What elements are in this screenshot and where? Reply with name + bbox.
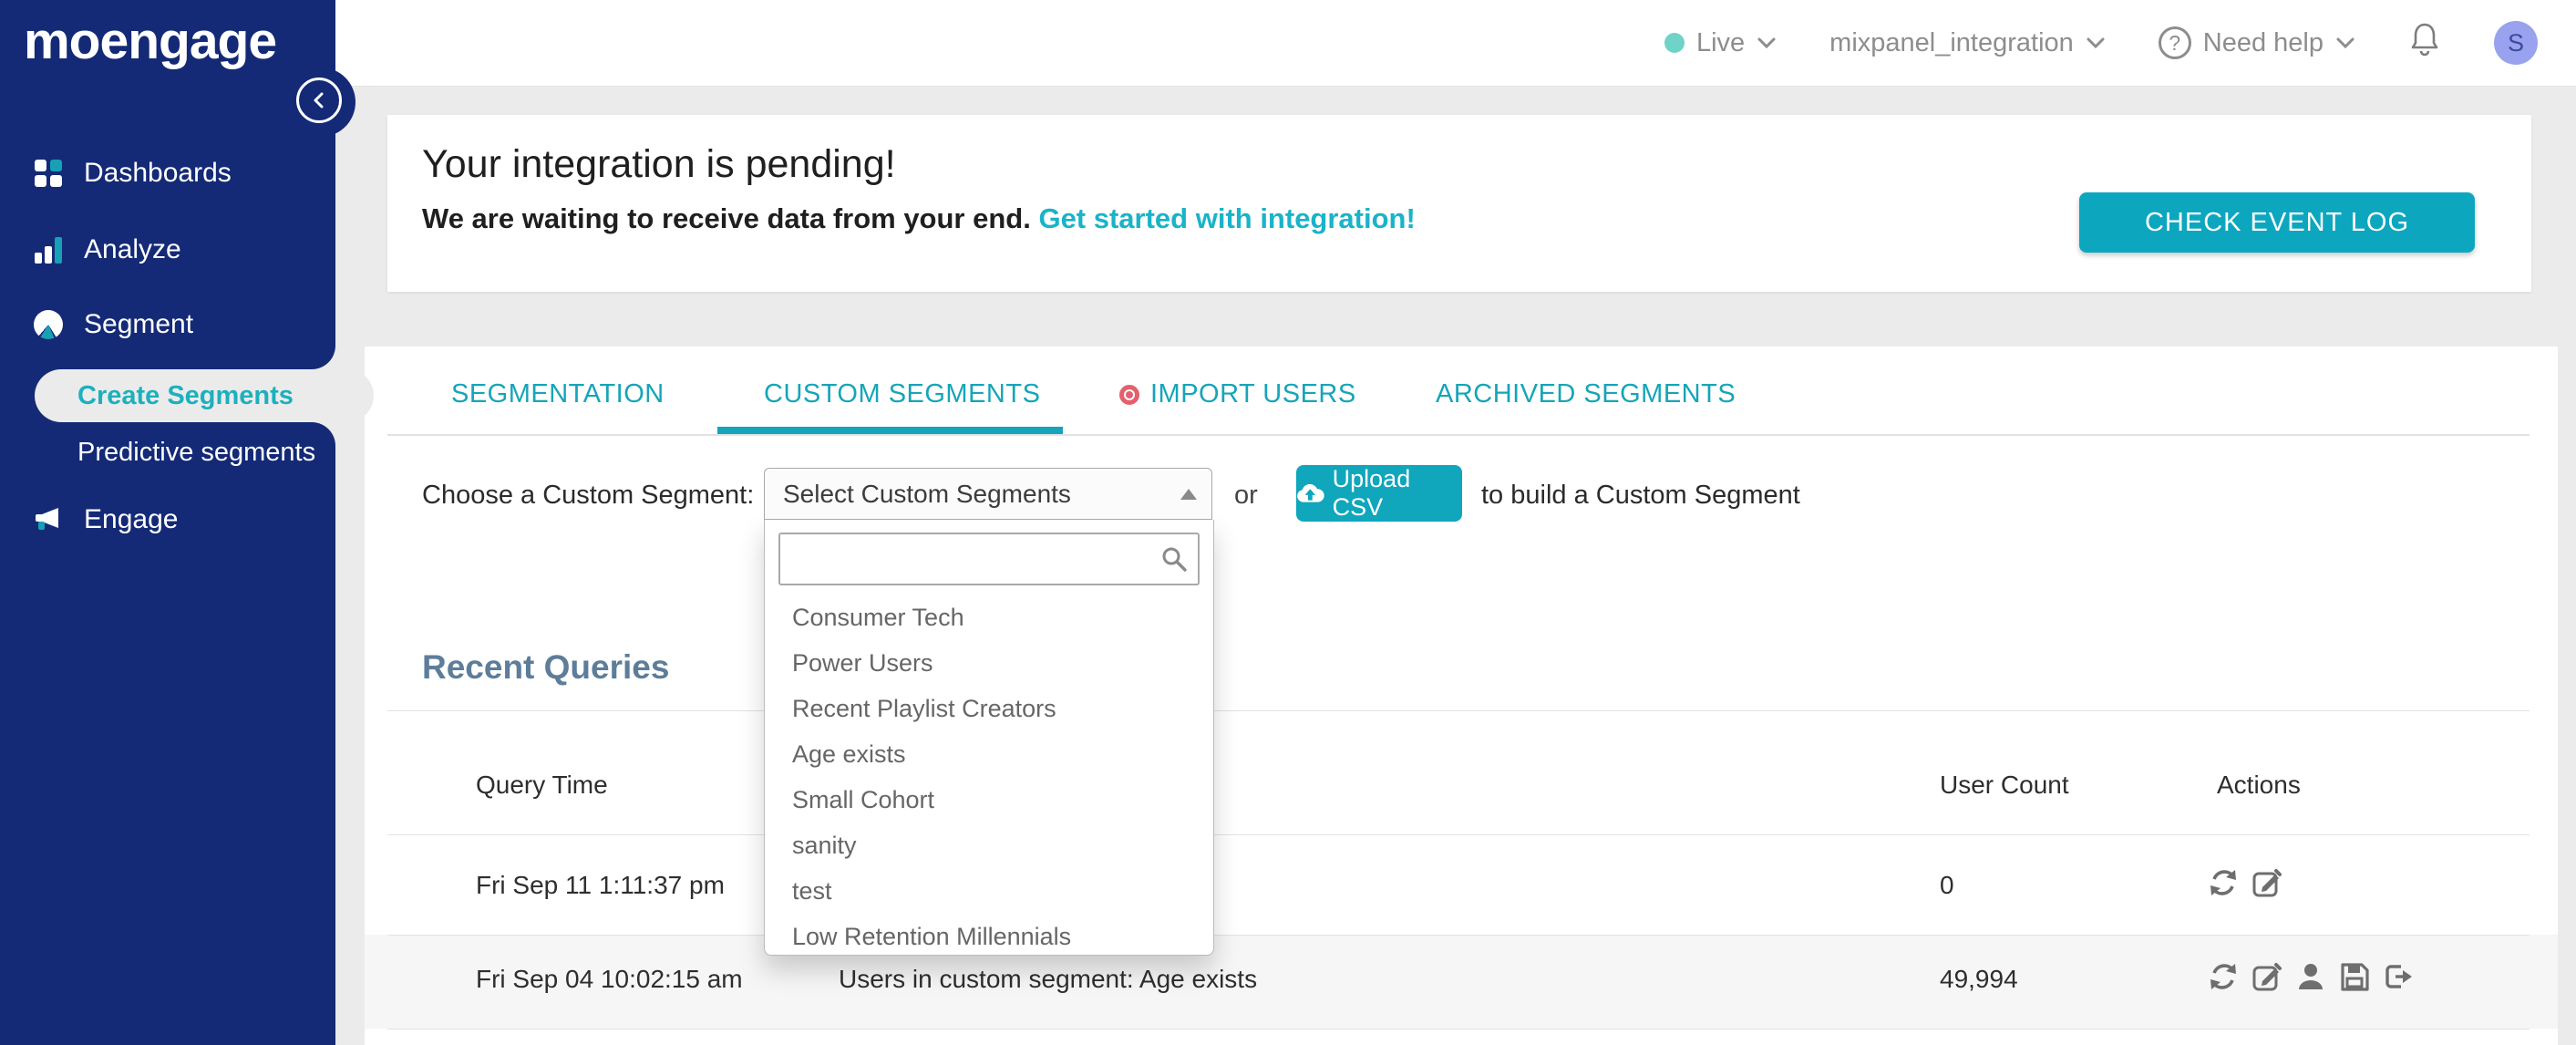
tab-archived-segments[interactable]: ARCHIVED SEGMENTS [1436, 379, 1736, 409]
chevron-down-icon [2336, 37, 2354, 49]
choose-segment-label: Choose a Custom Segment: [422, 481, 755, 510]
tab-label: IMPORT USERS [1150, 379, 1356, 409]
table-row-actions [2207, 866, 2283, 899]
integration-pending-banner: Your integration is pending! We are wait… [387, 115, 2531, 292]
sidebar-item-label: Create Segments [77, 380, 294, 410]
grid-icon [33, 158, 64, 189]
dropdown-option[interactable]: Age exists [765, 731, 1213, 777]
sidebar-collapse-button[interactable] [296, 78, 342, 123]
banner-title: Your integration is pending! [422, 142, 896, 186]
question-circle-icon: ? [2158, 26, 2191, 59]
live-status-dot [1664, 33, 1685, 53]
red-dot-icon [1119, 384, 1139, 405]
sidebar-item-label: Predictive segments [77, 437, 316, 467]
chevron-down-icon [1757, 37, 1776, 49]
custom-segment-select[interactable]: Select Custom Segments [764, 468, 1212, 520]
table-row-user-count: 0 [1940, 871, 1954, 899]
table-border [387, 935, 2530, 936]
dropdown-option[interactable]: Small Cohort [765, 777, 1213, 823]
user-icon[interactable] [2294, 960, 2327, 993]
tab-custom-segments[interactable]: CUSTOM SEGMENTS [764, 379, 1040, 409]
get-started-link[interactable]: Get started with integration! [1038, 202, 1415, 234]
dropdown-option[interactable]: sanity [765, 823, 1213, 868]
tab-label: CUSTOM SEGMENTS [764, 379, 1041, 409]
upload-csv-label: Upload CSV [1332, 465, 1411, 521]
need-help-menu[interactable]: ? Need help [2158, 26, 2355, 59]
pie-chart-icon [33, 309, 64, 340]
sidebar-item-dashboards[interactable]: Dashboards [0, 145, 335, 202]
triangle-up-icon [1180, 489, 1197, 500]
table-row-user-count: 49,994 [1940, 965, 2018, 993]
custom-segment-dropdown: Consumer Tech Power Users Recent Playlis… [764, 520, 1214, 956]
sidebar-upper: moengage Dashboards Analyze Segment [0, 0, 335, 369]
avatar-initial: S [2507, 28, 2524, 57]
bar-chart-icon [33, 234, 64, 265]
sidebar-item-label: Engage [84, 504, 179, 534]
sidebar-item-segment[interactable]: Segment [0, 296, 335, 353]
chevron-down-icon [2087, 37, 2105, 49]
save-icon[interactable] [2338, 960, 2371, 993]
column-header-query-time: Query Time [476, 771, 608, 799]
bell-icon [2411, 23, 2438, 57]
table-row-actions [2207, 960, 2415, 993]
sidebar-item-engage[interactable]: Engage [0, 491, 335, 548]
export-icon[interactable] [2382, 960, 2415, 993]
dropdown-option[interactable]: Consumer Tech [765, 595, 1213, 640]
table-border [387, 710, 2530, 711]
environment-label: Live [1695, 27, 1746, 57]
moengage-logo[interactable]: moengage [24, 11, 277, 71]
upload-csv-button[interactable]: Upload CSV [1296, 465, 1462, 522]
sidebar-item-analyze[interactable]: Analyze [0, 222, 335, 278]
search-icon [1162, 547, 1187, 572]
dropdown-option[interactable]: Low Retention Millennials [765, 914, 1213, 959]
tab-segmentation[interactable]: SEGMENTATION [451, 379, 665, 409]
select-value: Select Custom Segments [783, 479, 1071, 508]
need-help-label: Need help [2202, 27, 2324, 57]
column-header-actions: Actions [2217, 771, 2301, 799]
edit-icon[interactable] [2251, 866, 2283, 899]
cloud-upload-icon [1297, 483, 1324, 502]
refresh-icon[interactable] [2207, 866, 2240, 899]
sidebar-item-create-segments[interactable]: Create Segments [35, 369, 374, 422]
topbar: Live mixpanel_integration ? Need help S [335, 0, 2576, 87]
sidebar-item-label: Segment [84, 309, 194, 339]
environment-switcher[interactable]: Live [1664, 28, 1777, 58]
or-text: or [1234, 481, 1258, 510]
recent-queries-heading: Recent Queries [422, 648, 670, 686]
workspace-switcher[interactable]: mixpanel_integration [1829, 28, 2106, 58]
notifications-button[interactable] [2408, 21, 2441, 65]
banner-message: We are waiting to receive data from your… [422, 202, 1416, 235]
workspace-label: mixpanel_integration [1829, 27, 2074, 57]
sidebar-item-label: Dashboards [84, 158, 232, 188]
segment-search-input[interactable] [778, 533, 1200, 585]
table-row-query-time: Fri Sep 11 1:11:37 pm [476, 871, 725, 899]
table-row-query-time: Fri Sep 04 10:02:15 am [476, 965, 743, 993]
check-event-log-button[interactable]: CHECK EVENT LOG [2079, 192, 2475, 253]
avatar[interactable]: S [2494, 21, 2538, 65]
sidebar-lower: Predictive segments Engage [0, 422, 335, 1045]
dropdown-option[interactable]: test [765, 868, 1213, 914]
dropdown-option[interactable]: Recent Playlist Creators [765, 686, 1213, 731]
sidebar-item-predictive-segments[interactable]: Predictive segments [0, 429, 335, 475]
table-border [387, 834, 2530, 835]
tab-import-users[interactable]: IMPORT USERS [1119, 379, 1356, 409]
sidebar-item-label: Analyze [84, 234, 181, 264]
refresh-icon[interactable] [2207, 960, 2240, 993]
tab-label: ARCHIVED SEGMENTS [1436, 379, 1736, 409]
edit-icon[interactable] [2251, 960, 2283, 993]
dropdown-option[interactable]: Power Users [765, 640, 1213, 686]
active-tab-underline [717, 427, 1063, 434]
column-header-user-count: User Count [1940, 771, 2069, 799]
tab-label: SEGMENTATION [451, 379, 665, 409]
chevron-left-icon [314, 92, 324, 109]
megaphone-icon [33, 504, 64, 535]
tabs-divider [387, 434, 2530, 436]
build-segment-suffix: to build a Custom Segment [1481, 481, 1800, 510]
banner-message-text: We are waiting to receive data from your… [422, 202, 1039, 234]
table-row-query: Users in custom segment: Age exists [839, 965, 1258, 993]
